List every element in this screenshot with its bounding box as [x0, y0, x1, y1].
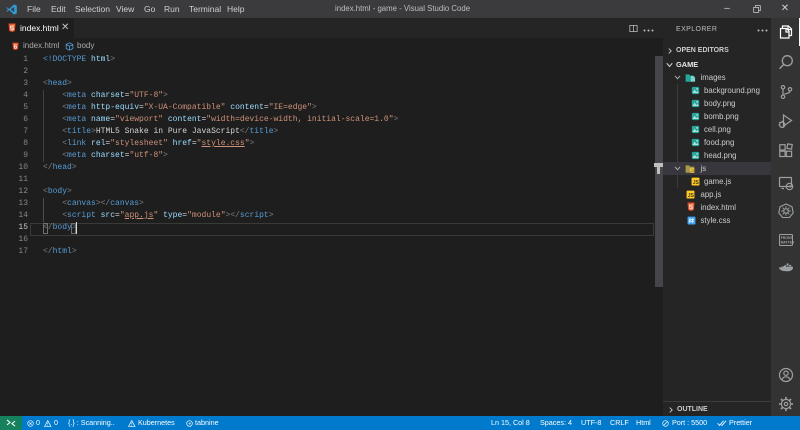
svg-text:JS: JS: [691, 169, 696, 173]
svg-text:JS: JS: [688, 193, 695, 199]
svg-text:FRONT: FRONT: [781, 236, 794, 240]
svg-text:JS: JS: [693, 180, 700, 186]
svg-text:MATTER: MATTER: [781, 241, 794, 245]
